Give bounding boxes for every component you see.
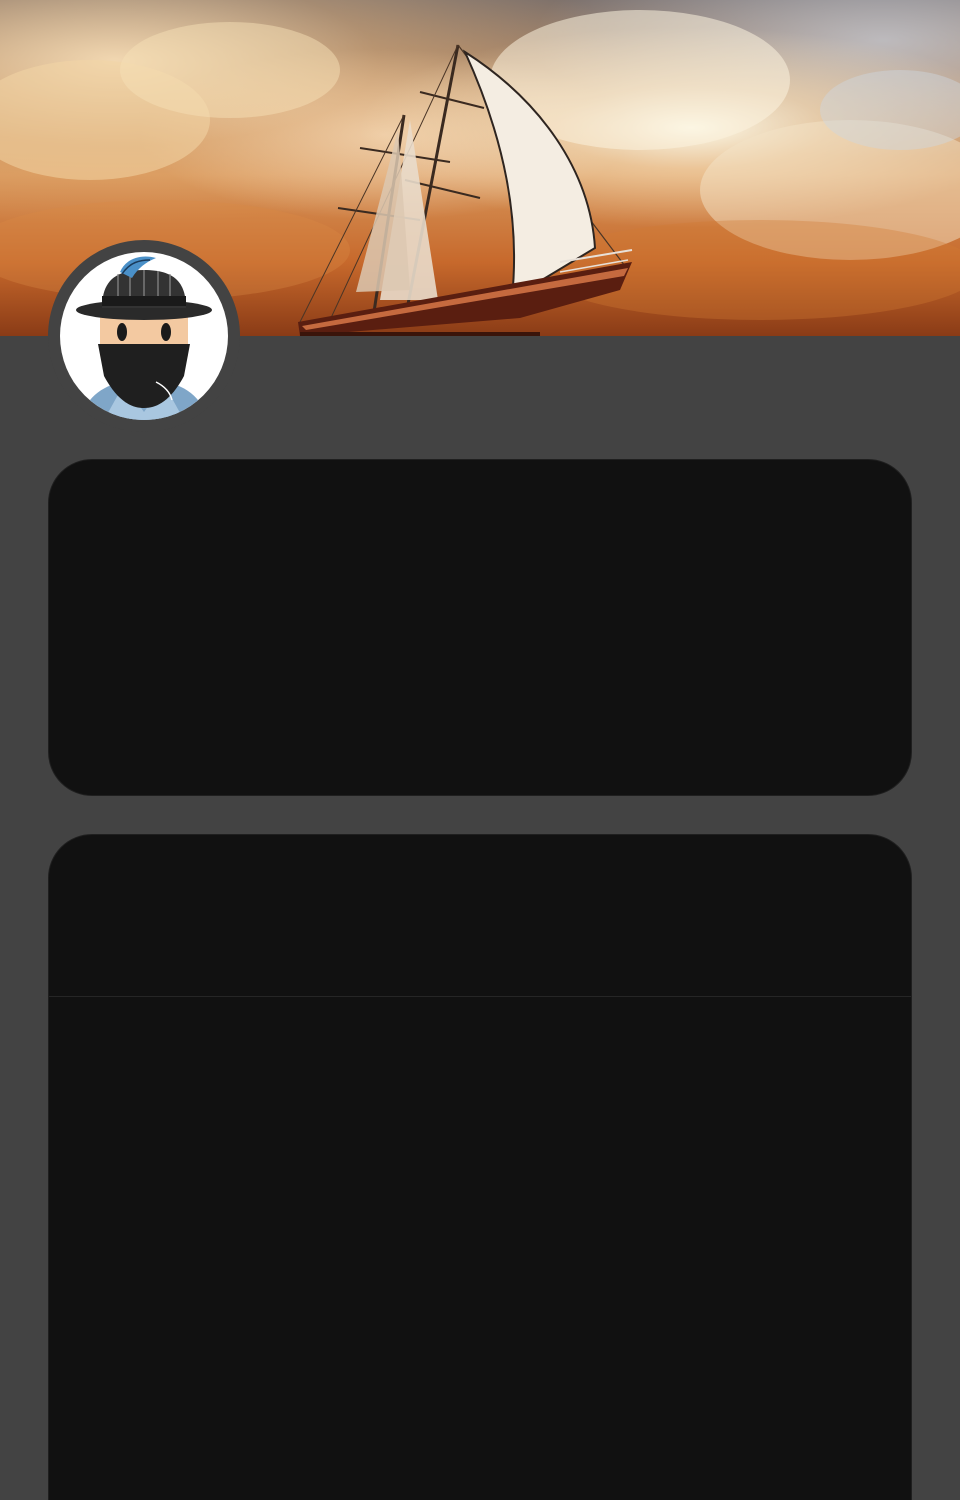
- feed-card: [48, 834, 912, 1500]
- feed-card-header: [49, 835, 911, 997]
- profile-page: [0, 0, 960, 1500]
- masked-character-avatar-icon: [76, 256, 212, 420]
- avatar-image: [60, 252, 228, 420]
- about-card: [48, 459, 912, 796]
- profile-avatar[interactable]: [48, 240, 240, 432]
